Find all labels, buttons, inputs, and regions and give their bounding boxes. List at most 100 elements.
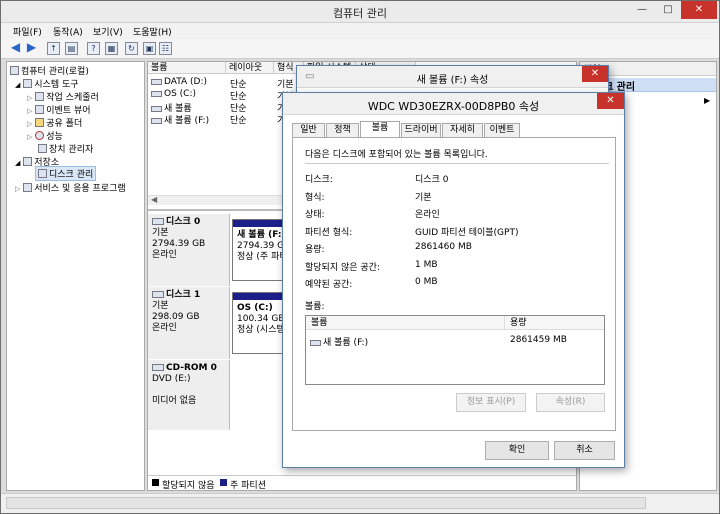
status-bar [1,493,719,513]
disk-label[interactable]: CD-ROM 0 DVD (E:) 미디어 없음 [148,360,230,430]
dialog-title: 새 볼륨 (F:) 속성 [416,75,489,86]
storage-icon [23,157,33,166]
tree-item-device-manager[interactable]: 장치 관리자 [38,142,93,155]
list-item[interactable]: 새 볼륨 (F:) [310,335,368,348]
minimize-button[interactable]: — [629,1,655,19]
performance-icon [35,131,45,140]
tree-item-disk-management[interactable]: 디스크 관리 [35,166,97,181]
legend-unallocated: 할당되지 않음 [162,481,215,491]
disk-label[interactable]: 디스크 0 기본 2794.39 GB 온라인 [148,214,230,286]
volumes-description: 다음은 디스크에 포함되어 있는 볼륨 목록입니다. [305,150,488,160]
tools-icon [23,79,33,88]
menu-help[interactable]: 도움말(H) [133,25,172,38]
disk-icon [152,218,164,225]
close-button[interactable]: ✕ [597,93,624,109]
menu-file[interactable]: 파일(F) [13,25,42,38]
field-label-type: 형식: [305,193,325,203]
populate-button[interactable]: 정보 표시(P) [456,393,526,412]
maximize-button[interactable]: □ [655,1,681,19]
expand-arrow-icon[interactable]: ▷ [27,94,32,102]
services-icon [23,183,33,192]
computer-icon [10,66,19,75]
menu-view[interactable]: 보기(V) [93,25,123,38]
expand-arrow-icon[interactable]: ▷ [27,107,32,115]
volume-row[interactable]: 새 볼륨 (F:) [151,113,209,126]
tree-item-task-scheduler[interactable]: ▷ 작업 스케줄러 [27,90,99,103]
tree-item-event-viewer[interactable]: ▷ 이벤트 뷰어 [27,103,91,116]
disk-icon [152,291,164,298]
divider [305,163,609,164]
ok-button[interactable]: 확인 [485,441,549,460]
volume-icon [151,79,162,85]
properties-button[interactable]: 속성(R) [536,393,605,412]
properties-icon[interactable]: ▣ [143,42,156,55]
status-panel [6,497,646,509]
event-log-icon [35,105,45,114]
show-action-pane-icon[interactable]: ▦ [105,42,118,55]
tab-details[interactable]: 자세히 [442,123,483,137]
list-item-capacity: 2861459 MB [510,335,567,345]
volume-icon [310,340,321,346]
volume-icon [151,106,162,112]
list-header-capacity[interactable]: 용량 [505,316,604,330]
submenu-arrow-icon[interactable]: ▶ [704,96,710,105]
dialog-title-bar: ▭ 새 볼륨 (F:) 속성 ✕ [297,66,608,88]
unallocated-swatch [152,479,159,486]
tab-panel-volumes: 다음은 디스크에 포함되어 있는 볼륨 목록입니다. 디스크: 디스크 0 형식… [292,137,616,431]
legend-bar: 할당되지 않음 주 파티션 [148,475,576,491]
tree-item-shared-folders[interactable]: ▷ 공유 폴더 [27,116,82,129]
menu-bar: 파일(F) 동작(A) 보기(V) 도움말(H) [1,23,719,39]
navigation-tree: 컴퓨터 관리(로컬) ◢ 시스템 도구 ▷ 작업 스케줄러 ▷ 이벤트 뷰어 ▷… [6,61,145,491]
export-list-icon[interactable]: ☷ [159,42,172,55]
menu-action[interactable]: 동작(A) [53,25,83,38]
tab-events[interactable]: 이벤트 [484,123,520,137]
tab-policies[interactable]: 정책 [326,123,359,137]
list-header-volume[interactable]: 볼륨 [306,316,505,330]
tree-item-performance[interactable]: ▷ 성능 [27,129,63,142]
close-button[interactable]: ✕ [681,1,717,19]
tree-item-services-and-applications[interactable]: ▷ 서비스 및 응용 프로그램 [15,181,126,194]
device-manager-icon [38,144,47,153]
expand-arrow-icon[interactable]: ▷ [15,185,20,193]
cancel-button[interactable]: 취소 [554,441,615,460]
field-label-partition-style: 파티션 형식: [305,228,353,238]
volume-row[interactable]: DATA (D:) [151,77,207,87]
tab-general[interactable]: 일반 [292,123,325,137]
field-label-reserved: 예약된 공간: [305,280,353,290]
scroll-left-arrow-icon[interactable]: ◀ [151,195,157,204]
back-arrow-icon[interactable]: ◀ [9,41,22,55]
close-button[interactable]: ✕ [582,66,608,82]
volumes-list[interactable]: 볼륨 용량 새 볼륨 (F:) 2861459 MB [305,315,605,385]
tab-volumes[interactable]: 볼륨 [360,121,400,137]
collapse-arrow-icon[interactable]: ◢ [15,159,20,167]
field-label-status: 상태: [305,210,325,220]
column-header-volume[interactable]: 볼륨 [148,62,226,74]
expand-arrow-icon[interactable]: ▷ [27,120,32,128]
disk-label[interactable]: 디스크 1 기본 298.09 GB 온라인 [148,287,230,359]
field-label-disk: 디스크: [305,175,333,185]
forward-arrow-icon[interactable]: ▶ [25,41,38,55]
disk-properties-dialog: WDC WD30EZRX-00D8PB0 속성 ✕ 일반 정책 볼륨 드라이버 … [282,92,625,468]
up-folder-icon[interactable]: ↑ [47,42,60,55]
volume-row[interactable]: OS (C:) [151,89,196,99]
help-icon[interactable]: ? [87,42,100,55]
expand-arrow-icon[interactable]: ▷ [27,133,32,141]
tab-driver[interactable]: 드라이버 [401,123,441,137]
column-header-layout[interactable]: 레이아웃 [226,62,274,74]
field-value-status: 온라인 [415,210,440,220]
volume-icon [151,118,162,124]
disk-management-icon [38,169,47,178]
volume-layout: 단순 [230,116,247,126]
tree-item-system-tools[interactable]: ◢ 시스템 도구 [15,77,79,90]
refresh-icon[interactable]: ↻ [125,42,138,55]
collapse-arrow-icon[interactable]: ◢ [15,81,20,89]
volumes-label: 볼륨: [305,302,325,312]
cdrom-icon [152,364,164,371]
dialog-title: WDC WD30EZRX-00D8PB0 속성 [367,100,540,113]
volume-icon [151,91,162,97]
window-title: 컴퓨터 관리 [332,7,388,20]
primary-partition-swatch [220,479,227,486]
tree-item-computer-management[interactable]: 컴퓨터 관리(로컬) [10,64,89,77]
field-value-reserved: 0 MB [415,277,438,287]
show-hide-tree-icon[interactable]: ▤ [65,42,78,55]
